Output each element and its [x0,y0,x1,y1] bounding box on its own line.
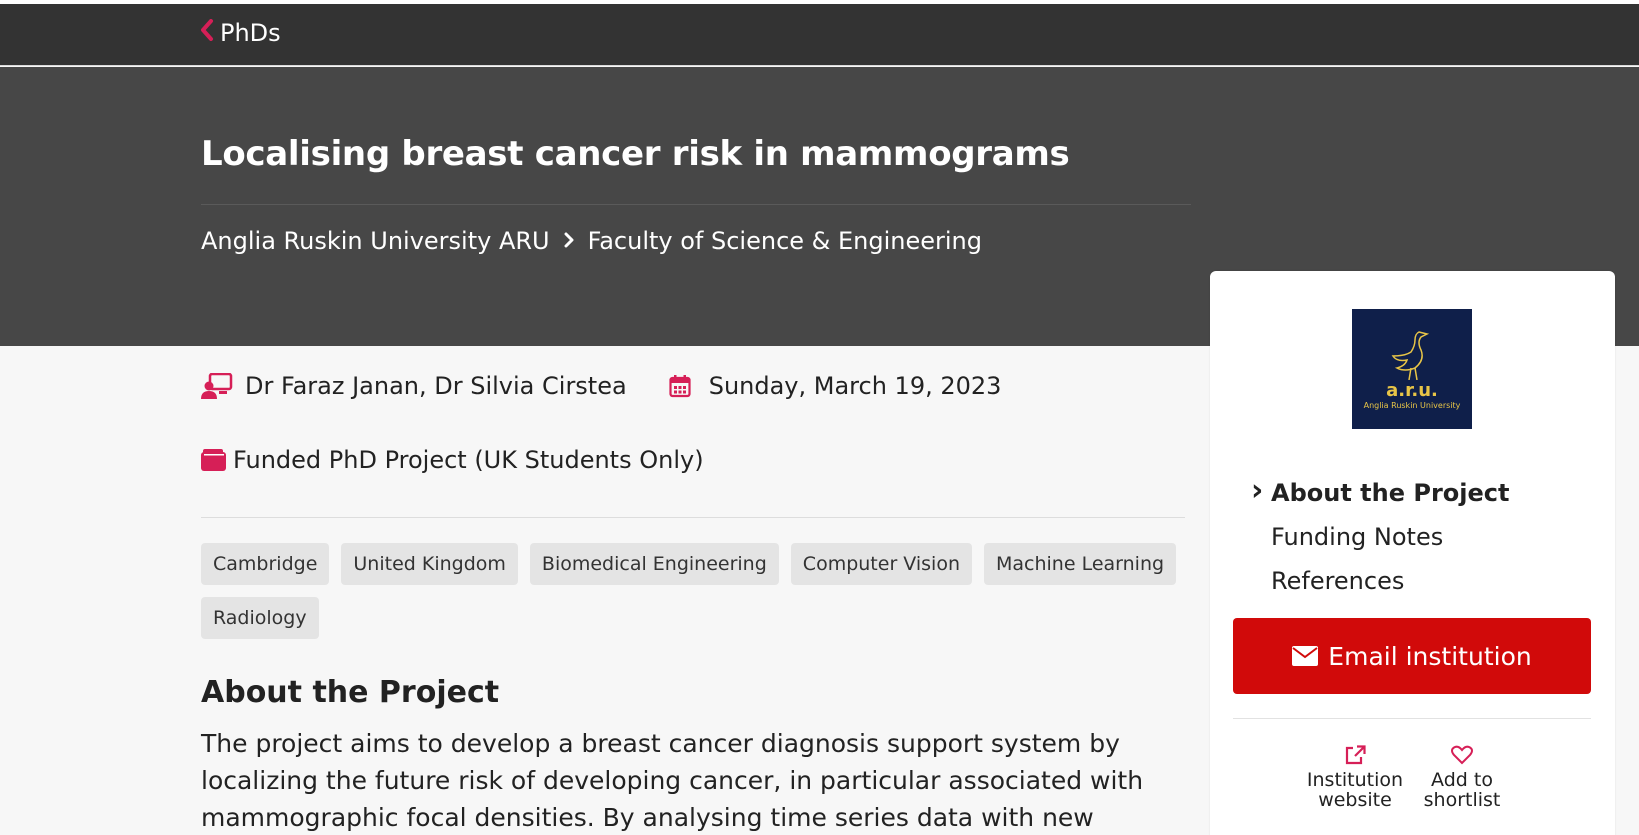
about-project-text: The project aims to develop a breast can… [201,729,1144,832]
tag-cambridge[interactable]: Cambridge [201,543,330,585]
tag-radiology[interactable]: Radiology [201,597,319,639]
project-meta: Dr Faraz Janan, Dr Silvia Cirstea Sunday… [201,372,1001,400]
top-bar: PhDs [0,4,1639,66]
wallet-icon [201,447,231,473]
project-date: Sunday, March 19, 2023 [708,372,1002,400]
institution-logo: a.r.u. Anglia Ruskin University [1352,309,1472,429]
logo-subtext: Anglia Ruskin University [1363,401,1461,410]
content-divider [201,517,1185,518]
institution-website-link[interactable]: Institution website [1300,744,1410,810]
tag-computer-vision[interactable]: Computer Vision [790,543,972,585]
supervisor-icon [201,372,233,400]
page-title: Localising breast cancer risk in mammogr… [201,134,1070,174]
add-to-shortlist-label: Add to shortlist [1423,769,1501,811]
back-link-label: PhDs [220,19,281,47]
funding-type: Funded PhD Project (UK Students Only) [201,446,704,474]
logo-wordmark: a.r.u. [1386,380,1438,401]
hero-divider [201,204,1191,205]
calendar-icon [669,372,697,400]
email-institution-button[interactable]: Email institution [1233,618,1591,694]
envelope-icon [1292,646,1319,666]
nav-funding-notes[interactable]: Funding Notes [1246,515,1509,559]
nav-about-the-project[interactable]: About the Project [1246,469,1509,515]
funding-label: Funded PhD Project (UK Students Only) [233,446,704,474]
sidebar-divider [1233,718,1591,719]
supervisors: Dr Faraz Janan, Dr Silvia Cirstea [245,372,627,400]
heart-icon [1451,744,1473,766]
breadcrumb-faculty[interactable]: Faculty of Science & Engineering [588,227,982,255]
add-to-shortlist-button[interactable]: Add to shortlist [1424,744,1500,810]
tag-united-kingdom[interactable]: United Kingdom [341,543,518,585]
institution-website-label: Institution website [1306,769,1404,811]
about-project-heading: About the Project [201,675,500,710]
tag-machine-learning[interactable]: Machine Learning [984,543,1177,585]
chevron-right-icon [564,229,574,254]
sidebar-card: a.r.u. Anglia Ruskin University About th… [1210,271,1615,835]
heron-icon [1391,331,1430,380]
external-link-icon [1344,744,1366,766]
tag-biomedical-engineering[interactable]: Biomedical Engineering [529,543,779,585]
chevron-left-icon [200,18,214,48]
sidebar-nav: About the Project Funding Notes Referenc… [1246,469,1509,603]
breadcrumb-institution[interactable]: Anglia Ruskin University ARU [201,227,550,255]
back-to-phds-link[interactable]: PhDs [200,18,281,48]
email-button-label: Email institution [1328,641,1532,671]
nav-references[interactable]: References [1246,559,1509,603]
breadcrumb: Anglia Ruskin University ARU Faculty of … [201,227,982,255]
discipline-tags: Cambridge United Kingdom Biomedical Engi… [201,543,1191,639]
